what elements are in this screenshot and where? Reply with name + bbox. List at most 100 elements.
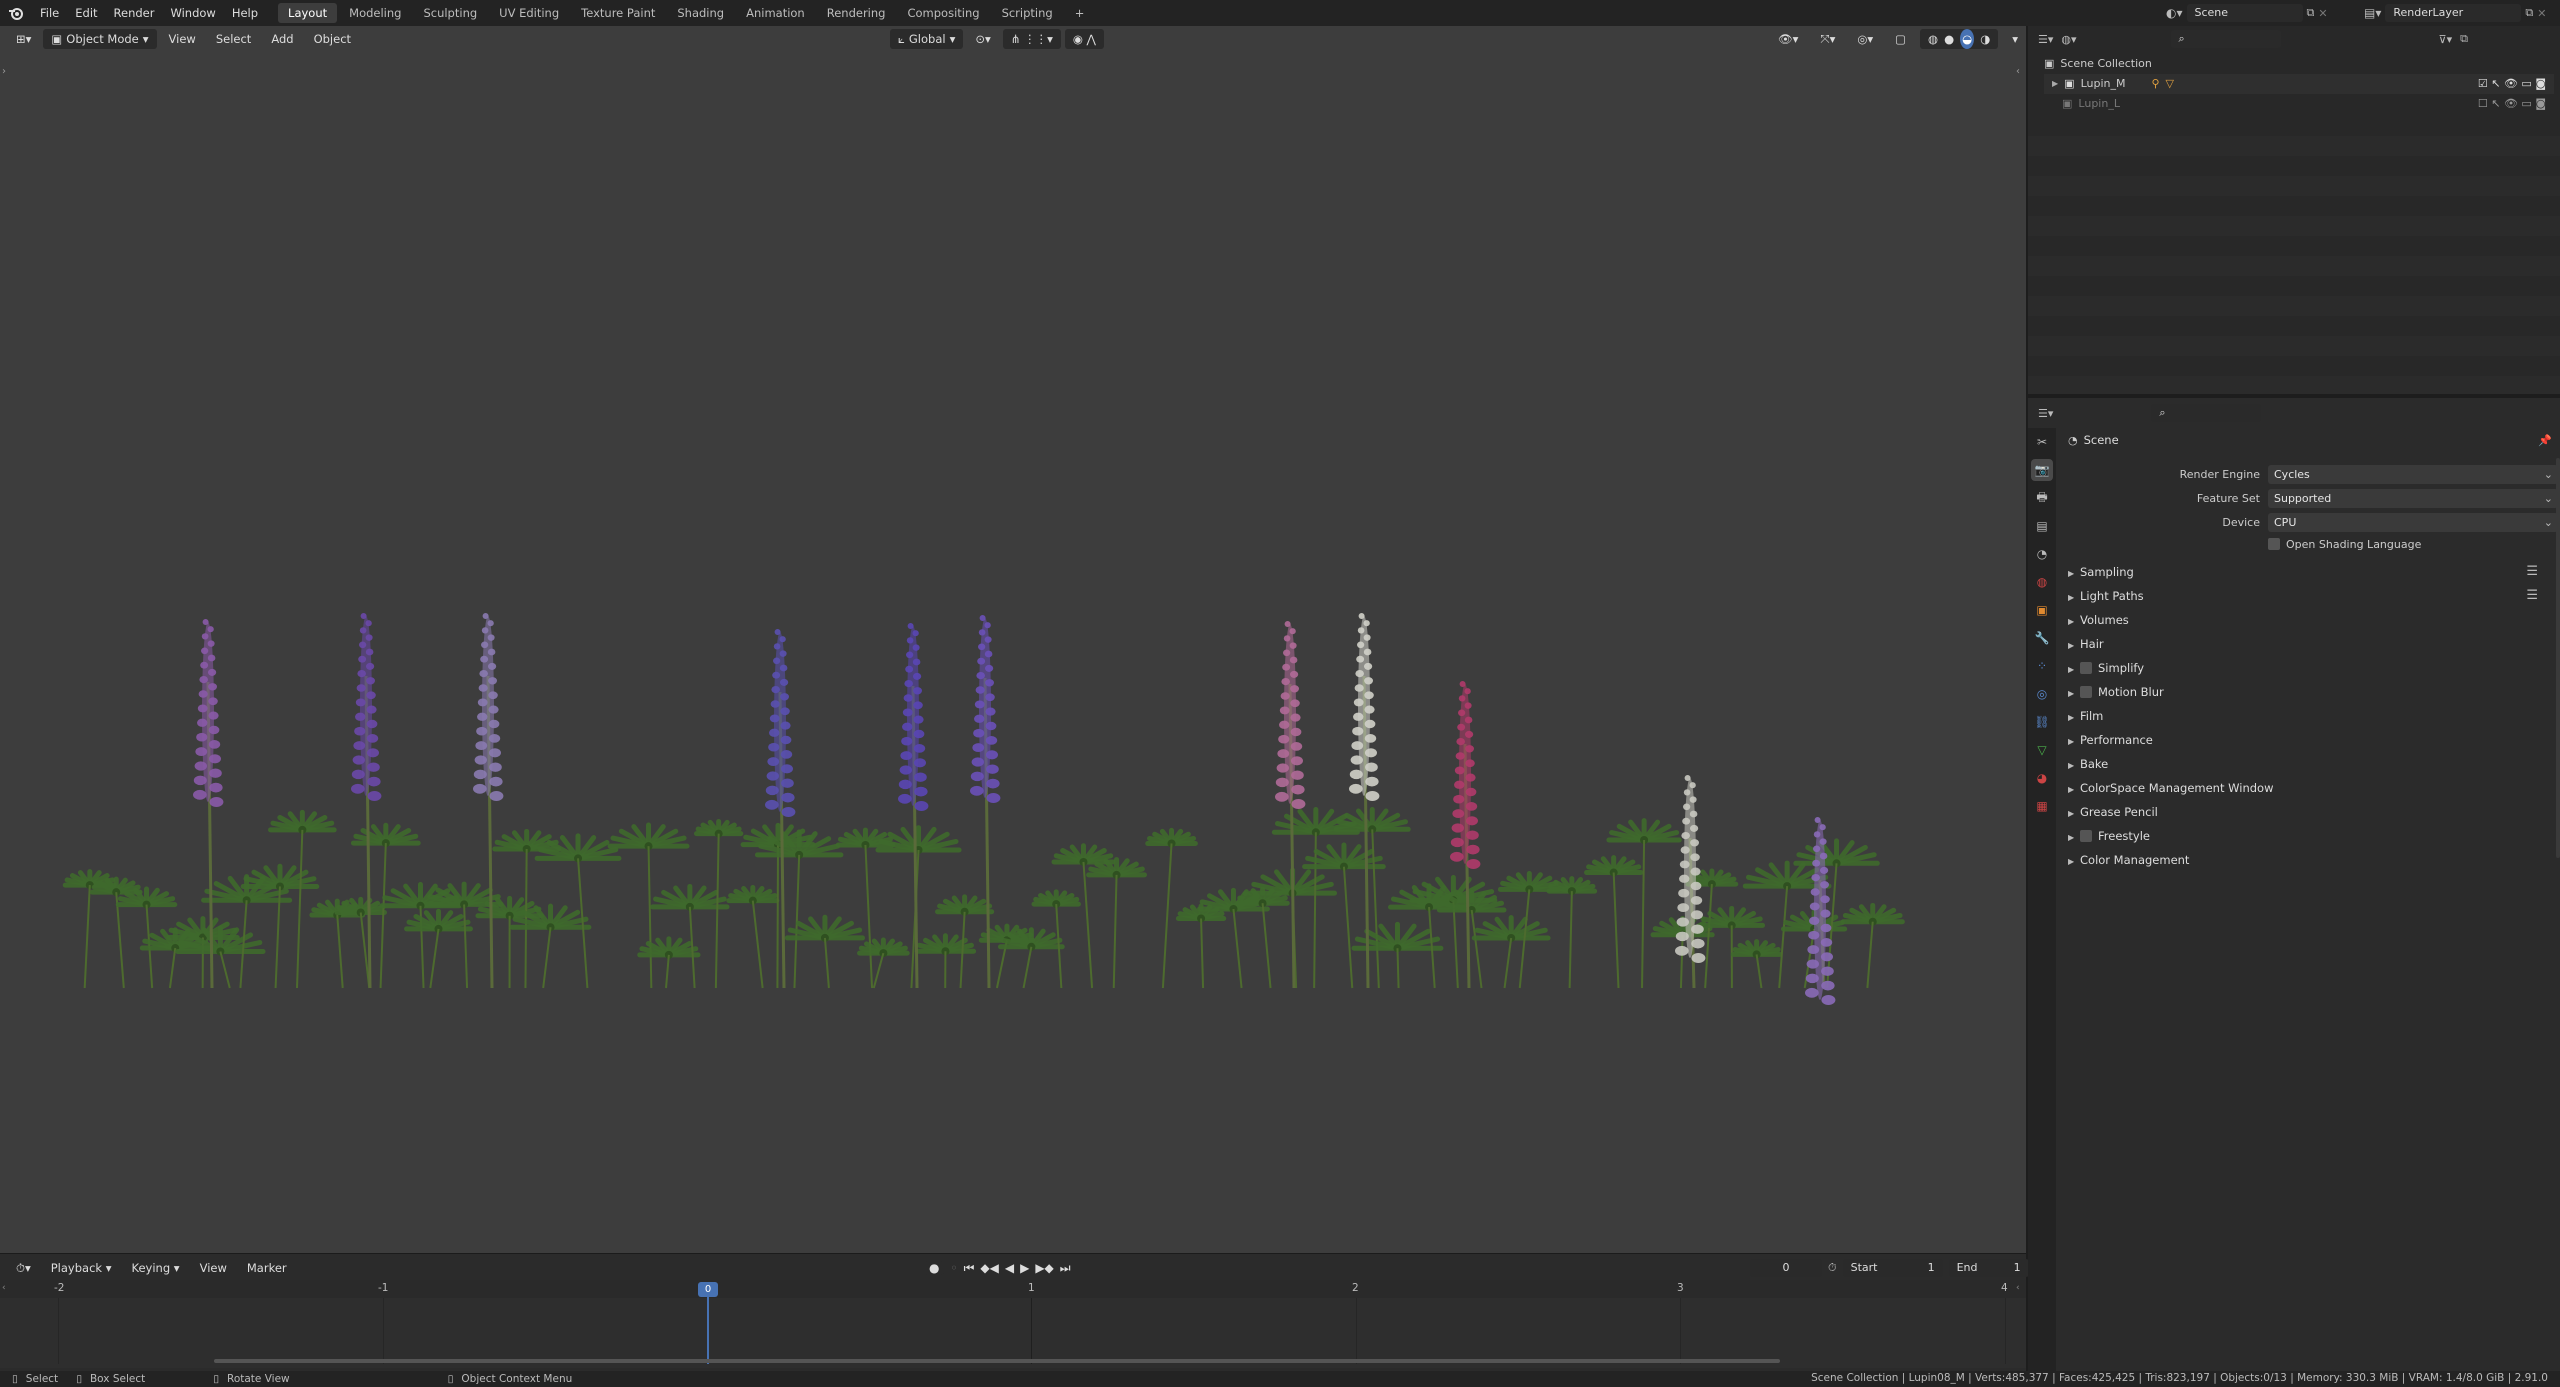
- jump-keyframe-next-icon[interactable]: ▶◆: [1035, 1261, 1053, 1275]
- disclosure-triangle-icon[interactable]: ▶: [2068, 826, 2080, 850]
- menu-render[interactable]: Render: [106, 0, 163, 26]
- panel-freestyle[interactable]: ▶ Freestyle: [2058, 824, 2560, 848]
- play-reverse-icon[interactable]: ◀: [1005, 1261, 1014, 1275]
- tab-rendering[interactable]: Rendering: [817, 3, 896, 23]
- tab-sculpting[interactable]: Sculpting: [413, 3, 487, 23]
- add-workspace-button[interactable]: +: [1065, 3, 1095, 23]
- playhead-indicator[interactable]: 0: [698, 1282, 718, 1297]
- playhead-line[interactable]: [707, 1297, 709, 1364]
- exclude-checkbox-icon[interactable]: ☐: [2478, 97, 2488, 110]
- disclosure-triangle-icon[interactable]: ▶: [2068, 586, 2080, 610]
- new-collection-icon[interactable]: ⧉: [2460, 32, 2468, 46]
- disclosure-triangle-icon[interactable]: ▶: [2068, 562, 2080, 586]
- panel-volumes[interactable]: ▶ Volumes: [2058, 608, 2560, 632]
- physics-tab-icon[interactable]: ◎: [2031, 683, 2053, 705]
- tab-animation[interactable]: Animation: [736, 3, 815, 23]
- outliner-editor-type-icon[interactable]: ☰▾: [2038, 33, 2053, 46]
- tab-compositing[interactable]: Compositing: [897, 3, 989, 23]
- select-toggle-icon[interactable]: ↖: [2491, 77, 2500, 90]
- panel-film[interactable]: ▶ Film: [2058, 704, 2560, 728]
- outliner-root[interactable]: ▣ Scene Collection: [2044, 54, 2554, 74]
- data-tab-icon[interactable]: ▽: [2031, 739, 2053, 761]
- outliner[interactable]: ☰▾ ◍▾ ⌕ ⊽▾ ⧉ ▣ Scene Collection ▶ ▣ Lupi…: [2028, 26, 2560, 394]
- presets-list-icon[interactable]: ☰: [2526, 560, 2538, 584]
- osl-checkbox[interactable]: [2268, 538, 2280, 550]
- disclosure-triangle-icon[interactable]: ▶: [2068, 730, 2080, 754]
- menu-edit[interactable]: Edit: [67, 0, 105, 26]
- panel-motion-blur[interactable]: ▶ Motion Blur: [2058, 680, 2560, 704]
- select-toggle-icon[interactable]: ↖: [2491, 97, 2500, 110]
- timeline-scrollbar[interactable]: [214, 1359, 1780, 1363]
- new-scene-icon[interactable]: ⧉: [2307, 6, 2315, 20]
- world-tab-icon[interactable]: ◍: [2031, 571, 2053, 593]
- material-tab-icon[interactable]: ◕: [2031, 767, 2053, 789]
- timeline-editor-type-icon[interactable]: ⏱▾: [8, 1258, 39, 1278]
- constraints-tab-icon[interactable]: ⛓: [2031, 711, 2053, 733]
- viewport-disable-icon[interactable]: ▭: [2521, 77, 2531, 90]
- view-layer-icon[interactable]: ▤▾: [2364, 6, 2381, 20]
- armature-icon[interactable]: ⚲: [2151, 74, 2159, 94]
- presets-list-icon[interactable]: ☰: [2526, 584, 2538, 608]
- disclosure-triangle-icon[interactable]: ▶: [2068, 778, 2080, 802]
- delete-view-layer-icon[interactable]: ✕: [2537, 7, 2546, 20]
- view-layer-field[interactable]: RenderLayer: [2385, 4, 2522, 22]
- timeline-editor[interactable]: ⏱▾ Playback ▾ Keying ▾ View Marker ● ◦ ⏮…: [0, 1253, 2029, 1371]
- 3d-viewport[interactable]: ⊞▾ ▣ Object Mode ▾ View Select Add Objec…: [0, 26, 2026, 1253]
- output-tab-icon[interactable]: 🖶: [2031, 487, 2053, 509]
- modifier-icon[interactable]: ▽: [2166, 74, 2174, 94]
- properties-scrollbar[interactable]: [2556, 458, 2560, 858]
- panel-hair[interactable]: ▶ Hair: [2058, 632, 2560, 656]
- disclosure-triangle-icon[interactable]: ▶: [2068, 802, 2080, 826]
- timeline-right-arrow-icon[interactable]: ‹: [2016, 1283, 2020, 1293]
- play-icon[interactable]: ▶: [1020, 1261, 1029, 1275]
- device-select[interactable]: CPU ⌄: [2268, 512, 2558, 532]
- texture-tab-icon[interactable]: ▦: [2031, 795, 2053, 817]
- eye-icon[interactable]: 👁: [2504, 77, 2518, 90]
- timeline-area[interactable]: -2 -1 1 2 3 4 0 ‹ ‹: [0, 1280, 2026, 1368]
- start-frame-field[interactable]: Start 1: [1842, 1259, 1943, 1277]
- outliner-search-input[interactable]: ⌕: [2170, 30, 2281, 48]
- timeline-menu-marker[interactable]: Marker: [239, 1258, 295, 1278]
- disclosure-triangle-icon[interactable]: ▶: [2068, 682, 2080, 706]
- disclosure-triangle-icon[interactable]: ▶: [2068, 706, 2080, 730]
- jump-start-icon[interactable]: ⏮: [964, 1261, 975, 1276]
- auto-key-options-icon[interactable]: ◦: [950, 1261, 957, 1275]
- filter-icon[interactable]: ⊽▾: [2439, 33, 2453, 46]
- panel-grease-pencil[interactable]: ▶ Grease Pencil: [2058, 800, 2560, 824]
- menu-window[interactable]: Window: [162, 0, 223, 26]
- scene-icon[interactable]: ◐▾: [2166, 6, 2183, 20]
- panel-enable-checkbox[interactable]: [2080, 662, 2092, 674]
- tab-shading[interactable]: Shading: [667, 3, 734, 23]
- panel-colorspace-management-window[interactable]: ▶ ColorSpace Management Window: [2058, 776, 2560, 800]
- panel-simplify[interactable]: ▶ Simplify: [2058, 656, 2560, 680]
- stopwatch-icon[interactable]: ⏱: [1828, 1261, 1837, 1275]
- panel-performance[interactable]: ▶ Performance: [2058, 728, 2560, 752]
- scene-name-field[interactable]: Scene: [2186, 4, 2303, 22]
- feature-set-select[interactable]: Supported ⌄: [2268, 488, 2558, 508]
- tab-scripting[interactable]: Scripting: [992, 3, 1063, 23]
- disclosure-triangle-icon[interactable]: ▶: [2068, 850, 2080, 874]
- modifier-tab-icon[interactable]: 🔧: [2031, 627, 2053, 649]
- render-tab-icon[interactable]: 📷: [2031, 459, 2053, 481]
- timeline-left-arrow-icon[interactable]: ‹: [2, 1283, 6, 1293]
- tool-tab-icon[interactable]: ✂: [2031, 431, 2053, 453]
- tab-layout[interactable]: Layout: [278, 3, 338, 23]
- tab-modeling[interactable]: Modeling: [339, 3, 411, 23]
- particles-tab-icon[interactable]: ⁘: [2031, 655, 2053, 677]
- timeline-menu-view[interactable]: View: [192, 1258, 235, 1278]
- record-icon[interactable]: ●: [924, 1261, 945, 1275]
- view-layer-tab-icon[interactable]: ▤: [2031, 515, 2053, 537]
- properties-search-input[interactable]: ⌕: [2151, 404, 2262, 422]
- tab-texture-paint[interactable]: Texture Paint: [571, 3, 665, 23]
- disclosure-triangle-icon[interactable]: ▶: [2068, 610, 2080, 634]
- panel-enable-checkbox[interactable]: [2080, 830, 2092, 842]
- menu-file[interactable]: File: [32, 0, 67, 26]
- jump-keyframe-prev-icon[interactable]: ◆◀: [980, 1261, 998, 1275]
- timeline-menu-playback[interactable]: Playback ▾: [43, 1258, 120, 1278]
- jump-end-icon[interactable]: ⏭: [1060, 1261, 1071, 1276]
- new-view-layer-icon[interactable]: ⧉: [2525, 6, 2533, 20]
- exclude-checkbox-icon[interactable]: ☑: [2478, 77, 2488, 90]
- expand-icon[interactable]: ▶: [2052, 74, 2058, 94]
- osl-checkbox-row[interactable]: Open Shading Language: [2058, 534, 2560, 554]
- current-frame-field[interactable]: 0: [1750, 1259, 1822, 1277]
